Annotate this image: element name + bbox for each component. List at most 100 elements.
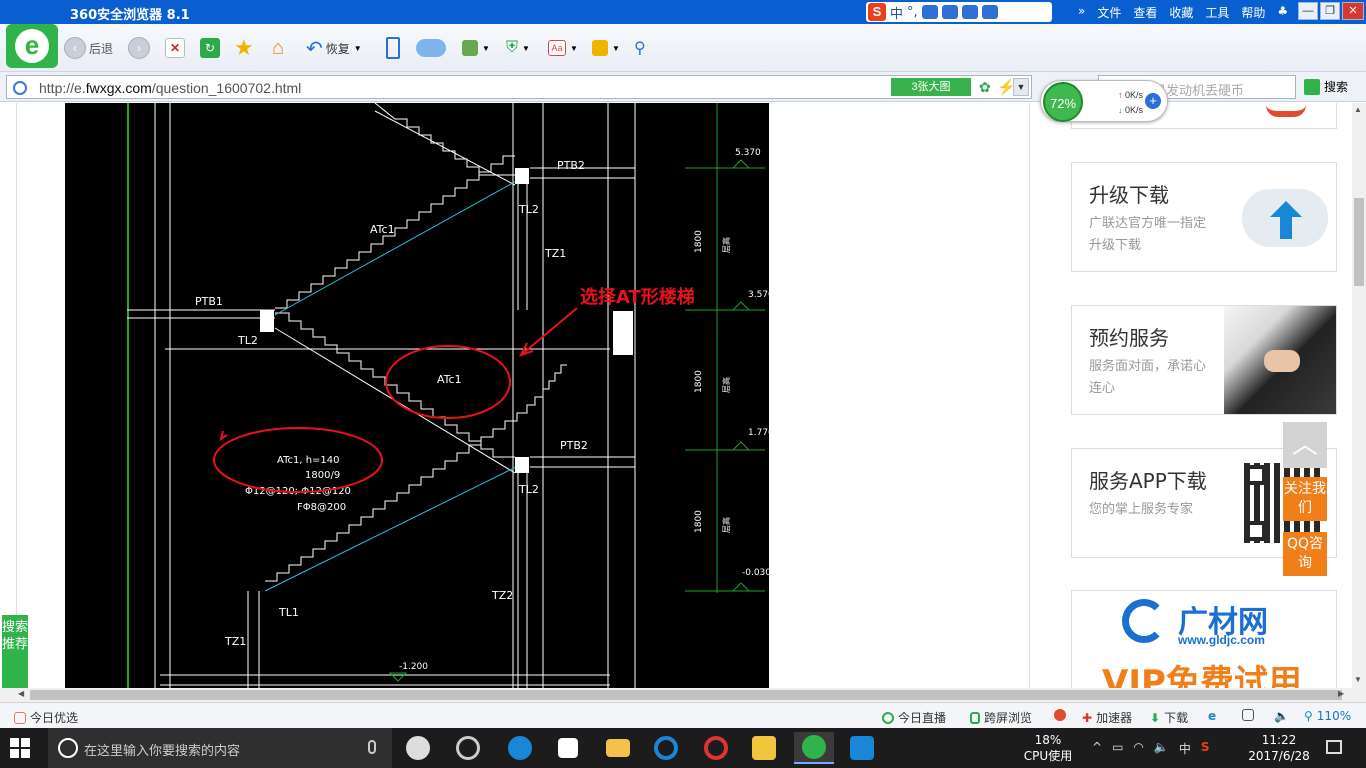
ime-punctuation[interactable]: °, <box>907 5 918 20</box>
ime-toolbar[interactable]: S 中 °, <box>866 2 1052 22</box>
skin-icon[interactable] <box>961 5 978 19</box>
translate-button[interactable]: Aa ▼ <box>548 36 578 60</box>
ime-indicator[interactable]: 中 <box>1179 740 1191 757</box>
url-text[interactable]: http://e.fwxgx.com/question_1600702.html <box>39 80 301 96</box>
vertical-scrollbar[interactable]: ▲ ▼ <box>1352 103 1366 688</box>
qq-consult-button[interactable]: QQ咨询 <box>1283 532 1327 576</box>
keyboard-icon[interactable] <box>941 5 958 19</box>
menu-view[interactable]: 查看 <box>1133 4 1157 21</box>
cpu-usage[interactable]: 18% CPU使用 <box>1022 732 1074 764</box>
restore-label: 恢复 <box>325 41 350 56</box>
taskbar-app-notes[interactable] <box>744 732 784 764</box>
card-appointment[interactable]: 预约服务 服务面对面，承诺心连心 <box>1071 305 1337 415</box>
security-button[interactable]: ⛨ ▼ <box>506 36 530 60</box>
sogou-tray-icon[interactable]: S <box>1201 740 1210 757</box>
start-button[interactable] <box>10 738 30 758</box>
maximize-button[interactable]: ❐ <box>1320 2 1340 20</box>
horizontal-scrollbar[interactable]: ◀ ▶ <box>0 688 1366 702</box>
microphone-icon[interactable] <box>921 5 938 19</box>
undo-icon: ↶ <box>306 37 323 60</box>
scroll-left-arrow-icon[interactable]: ◀ <box>18 689 24 698</box>
taskbar-search-box[interactable]: 在这里输入你要搜索的内容 <box>48 728 392 768</box>
upgrade-desc: 广联达官方唯一指定升级下载 <box>1089 216 1207 253</box>
card-upgrade-download[interactable]: 升级下载 广联达官方唯一指定升级下载 <box>1071 162 1337 272</box>
close-button[interactable]: ✕ <box>1342 2 1364 20</box>
stop-button[interactable]: ✕ <box>165 36 185 60</box>
cloud-button[interactable] <box>416 36 446 60</box>
taskbar-app-browser-alt[interactable] <box>448 732 488 764</box>
ie-mode-button[interactable]: e <box>1208 709 1216 723</box>
zoom-level[interactable]: ⚲ 110% <box>1304 709 1351 723</box>
url-path: /question_1600702.html <box>151 80 302 96</box>
menu-help[interactable]: 帮助 <box>1241 4 1265 21</box>
zoom-button[interactable]: ⚲ <box>634 36 646 60</box>
taskbar-app-glodon[interactable] <box>646 732 686 764</box>
taskbar-app-store[interactable] <box>548 732 588 764</box>
search-recommend-tab[interactable]: 搜索推荐 <box>2 615 28 688</box>
favorite-button[interactable]: ★ <box>234 35 254 60</box>
scroll-down-arrow-icon[interactable]: ▼ <box>1354 675 1362 684</box>
notification-center-icon[interactable] <box>1326 740 1342 754</box>
wifi-icon[interactable]: ◠ <box>1133 740 1143 757</box>
zoom-icon: ⚲ <box>1304 709 1313 723</box>
cross-screen-browse[interactable]: 跨屏浏览 <box>970 709 1032 726</box>
today-picks[interactable]: 今日优选 <box>14 709 78 726</box>
weibo-button[interactable] <box>1054 709 1066 721</box>
network-speed-widget[interactable]: 72% ↑ 0K/s ↓ 0K/s + <box>1040 80 1168 122</box>
skin-shirt-icon[interactable]: ♣ <box>1277 4 1288 21</box>
accelerate-plus-button[interactable]: + <box>1145 93 1161 109</box>
scroll-right-arrow-icon[interactable]: ▶ <box>1338 689 1344 698</box>
window-switch-button[interactable] <box>1242 709 1254 721</box>
back-arrow-icon: ‹ <box>64 37 86 59</box>
back-to-top-button[interactable]: ︿ <box>1283 422 1327 468</box>
follow-us-button[interactable]: 关注我们 <box>1283 477 1327 521</box>
menu-file[interactable]: 文件 <box>1097 4 1121 21</box>
forward-button[interactable]: › <box>128 36 150 60</box>
label-atc1-a: ATc1 <box>370 223 395 236</box>
home-button[interactable]: ⌂ <box>272 36 284 60</box>
level-1770: 1.770 <box>748 428 769 438</box>
address-bar[interactable]: http://e.fwxgx.com/question_1600702.html… <box>6 75 1032 99</box>
taskbar-app-tool[interactable] <box>842 732 882 764</box>
browser-logo[interactable]: e <box>6 24 58 68</box>
taskbar-app-edge[interactable] <box>500 732 540 764</box>
compatibility-icon[interactable]: ✿ <box>979 79 991 96</box>
accelerator-button[interactable]: ✚ 加速器 <box>1082 709 1132 726</box>
edge-icon <box>508 736 532 760</box>
screenshot-button[interactable]: ▼ <box>592 36 620 60</box>
battery-icon[interactable]: ▭ <box>1112 740 1123 757</box>
minimize-button[interactable]: — <box>1298 2 1318 20</box>
taskbar-app-pinwheel[interactable] <box>398 732 438 764</box>
microphone-icon[interactable] <box>368 740 376 754</box>
chevron-double-right-icon[interactable]: » <box>1078 4 1085 21</box>
volume-icon[interactable]: 🔈 <box>1154 740 1169 757</box>
back-button[interactable]: ‹ 后退 <box>64 36 113 60</box>
menu-favorites[interactable]: 收藏 <box>1169 4 1193 21</box>
tools-icon[interactable] <box>981 5 998 19</box>
today-live[interactable]: 今日直播 <box>882 709 946 726</box>
taskbar-clock[interactable]: 11:22 2017/6/28 <box>1244 732 1314 764</box>
ime-language[interactable]: 中 <box>890 3 903 22</box>
taskbar-app-360-browser[interactable] <box>794 732 834 764</box>
restore-button[interactable]: ↶ 恢复 ▼ <box>306 36 362 60</box>
url-domain: fwxgx.com <box>85 80 152 96</box>
tray-chevron-up-icon[interactable]: ^ <box>1092 740 1102 757</box>
taskbar-app-glodon-red[interactable] <box>696 732 736 764</box>
address-dropdown-button[interactable]: ▼ <box>1013 78 1029 96</box>
vertical-scroll-thumb[interactable] <box>1354 198 1364 286</box>
refresh-button[interactable]: ↻ <box>200 36 220 60</box>
search-button[interactable]: 搜索 <box>1304 78 1348 95</box>
mobile-button[interactable] <box>386 36 400 60</box>
cpu-label: CPU使用 <box>1023 749 1073 763</box>
cpu-percent: 18% <box>1034 733 1062 747</box>
scroll-up-arrow-icon[interactable]: ▲ <box>1354 105 1362 114</box>
download-button[interactable]: ⬇ 下载 <box>1150 709 1188 726</box>
taskbar-app-explorer[interactable] <box>598 732 638 764</box>
card-gldjc-ad[interactable]: 广材网 www.gldjc.com VIP免费试用 <box>1071 590 1337 688</box>
sogou-ime-icon[interactable]: S <box>868 3 886 21</box>
apps-button[interactable]: ▼ <box>462 36 490 60</box>
menu-tools[interactable]: 工具 <box>1205 4 1229 21</box>
horizontal-scroll-thumb[interactable] <box>30 690 1342 700</box>
volume-button[interactable]: 🔈 <box>1274 709 1289 723</box>
big-image-button[interactable]: 3张大图 <box>891 78 971 96</box>
